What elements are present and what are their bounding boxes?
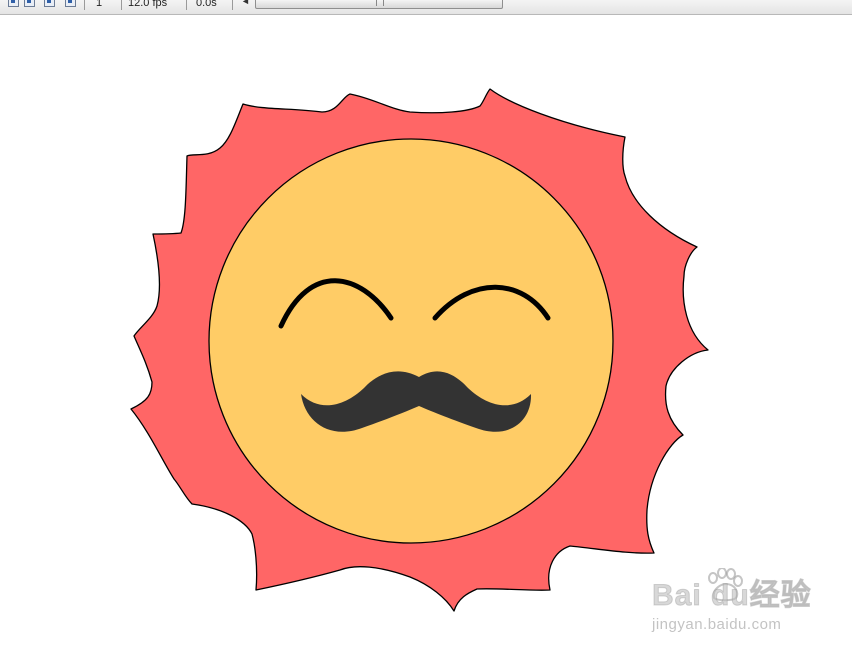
frame-rate[interactable]: 12.0 fps: [128, 0, 167, 9]
current-frame: 1: [96, 0, 103, 9]
scroll-left-icon[interactable]: ◄: [241, 0, 250, 6]
watermark-url: jingyan.baidu.com: [652, 616, 782, 633]
baidu-jingyan-watermark: Bai du经验 jingyan.baidu.com: [652, 568, 842, 640]
scrollbar-thumb-grip[interactable]: [376, 0, 384, 6]
watermark-logo-text: Bai du经验: [652, 579, 812, 613]
sun-face[interactable]: [208, 138, 614, 544]
toolbar-divider: [186, 0, 187, 10]
toolbar-divider: [84, 0, 85, 10]
modify-onion-markers-icon[interactable]: [65, 0, 76, 7]
timeline-toolbar: 1 12.0 fps 0.0s ◄: [0, 0, 852, 15]
sun-artwork[interactable]: [130, 88, 709, 612]
toolbar-divider: [121, 0, 122, 10]
toolbar-divider: [232, 0, 233, 10]
edit-multiple-frames-icon[interactable]: [44, 0, 55, 7]
onion-skin-icon[interactable]: [8, 0, 19, 7]
timeline-horizontal-scrollbar[interactable]: [255, 0, 503, 9]
stage-canvas[interactable]: [0, 16, 852, 656]
elapsed-time: 0.0s: [196, 0, 217, 9]
onion-skin-outlines-icon[interactable]: [24, 0, 35, 7]
